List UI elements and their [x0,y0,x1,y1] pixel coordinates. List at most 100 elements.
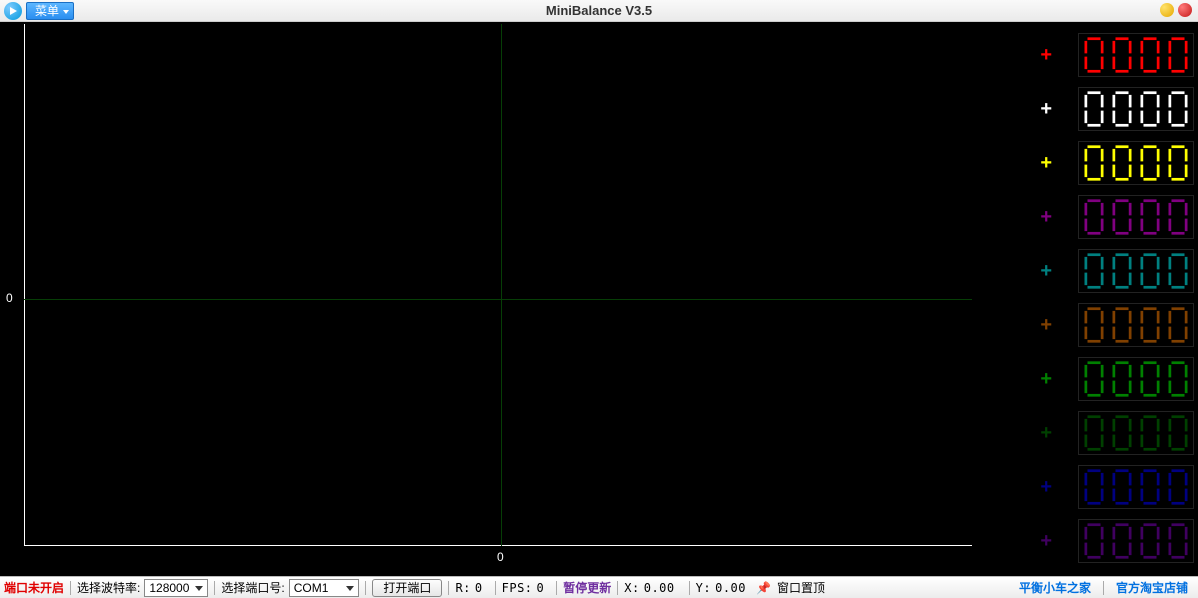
seven-seg-digit [1165,36,1191,74]
channel-sign: + [1040,369,1052,389]
seven-seg-digit [1109,306,1135,344]
channel-display [1078,303,1194,347]
link-home[interactable]: 平衡小车之家 [1013,579,1097,596]
seven-seg-digit [1109,414,1135,452]
channel-row: + [1004,28,1198,82]
channel-sign: + [1040,531,1052,551]
channel-display [1078,141,1194,185]
seven-seg-digit [1109,144,1135,182]
seven-seg-digit [1137,90,1163,128]
channel-display [1078,411,1194,455]
channel-row: + [1004,82,1198,136]
channel-display [1078,249,1194,293]
x-axis-line [24,545,972,546]
channel-sign: + [1040,45,1052,65]
seven-seg-digit [1081,468,1107,506]
seven-seg-digit [1165,198,1191,236]
seven-seg-digit [1081,198,1107,236]
menu-button[interactable]: 菜单 [26,2,74,20]
seven-seg-digit [1137,414,1163,452]
seven-seg-digit [1081,144,1107,182]
channel-row: + [1004,190,1198,244]
open-port-button[interactable]: 打开端口 [372,579,442,597]
channel-sign: + [1040,153,1052,173]
r-value: 0 [475,581,483,595]
seven-seg-digit [1081,522,1107,560]
seven-seg-digit [1137,198,1163,236]
seven-seg-digit [1137,36,1163,74]
channel-sign: + [1040,315,1052,335]
seven-seg-digit [1165,414,1191,452]
r-label: R: [455,581,470,595]
titlebar: 菜单 MiniBalance V3.5 [0,0,1198,22]
seven-seg-digit [1137,252,1163,290]
seven-seg-digit [1109,468,1135,506]
seven-seg-digit [1137,468,1163,506]
seven-seg-digit [1165,522,1191,560]
minimize-icon[interactable] [1160,3,1174,17]
cursor-y-value: 0.00 [715,581,746,595]
channel-row: + [1004,244,1198,298]
statusbar: 端口未开启 选择波特率: 128000 选择端口号: COM1 打开端口 R: … [0,576,1198,598]
seven-seg-digit [1109,522,1135,560]
v-gridline [501,24,502,546]
seven-seg-digit [1165,468,1191,506]
channel-sign: + [1040,207,1052,227]
channel-row: + [1004,406,1198,460]
close-icon[interactable] [1178,3,1192,17]
baud-value: 128000 [149,581,189,595]
channel-sign: + [1040,477,1052,497]
seven-seg-digit [1137,144,1163,182]
seven-seg-digit [1137,522,1163,560]
port-state: 端口未开启 [4,579,64,596]
app-icon [4,2,22,20]
seven-seg-digit [1081,36,1107,74]
pause-button[interactable]: 暂停更新 [563,579,611,596]
seven-seg-digit [1165,90,1191,128]
channel-display [1078,519,1194,563]
cursor-x-label: X: [624,581,639,595]
window-title: MiniBalance V3.5 [0,3,1198,18]
channel-row: + [1004,298,1198,352]
link-shop[interactable]: 官方淘宝店铺 [1110,579,1194,596]
seven-seg-digit [1165,306,1191,344]
cursor-x-value: 0.00 [644,581,675,595]
seven-seg-digit [1109,36,1135,74]
channel-row: + [1004,352,1198,406]
pin-button[interactable]: 窗口置顶 [777,579,825,596]
plot-canvas[interactable]: 0 0 [0,22,1004,576]
channel-readouts: + [1004,22,1198,576]
channel-display [1078,195,1194,239]
channel-row: + [1004,460,1198,514]
channel-display [1078,465,1194,509]
seven-seg-digit [1165,144,1191,182]
h-gridline [24,299,972,300]
seven-seg-digit [1165,360,1191,398]
fps-label: FPS: [502,581,533,595]
seven-seg-digit [1137,306,1163,344]
channel-display [1078,357,1194,401]
channel-row: + [1004,514,1198,568]
x-zero-label: 0 [497,550,504,564]
menu-label: 菜单 [35,2,59,19]
seven-seg-digit [1109,252,1135,290]
seven-seg-digit [1109,360,1135,398]
baud-select[interactable]: 128000 [144,579,208,597]
y-zero-label: 0 [6,291,13,305]
seven-seg-digit [1081,90,1107,128]
baud-label: 选择波特率: [77,579,140,596]
main-area: 0 0 + [0,22,1198,576]
port-label: 选择端口号: [221,579,284,596]
seven-seg-digit [1081,306,1107,344]
seven-seg-digit [1081,414,1107,452]
cursor-y-label: Y: [696,581,711,595]
port-select[interactable]: COM1 [289,579,360,597]
channel-display [1078,87,1194,131]
seven-seg-digit [1109,198,1135,236]
y-axis-line [24,24,25,546]
channel-sign: + [1040,99,1052,119]
seven-seg-digit [1081,252,1107,290]
port-value: COM1 [294,581,329,595]
channel-sign: + [1040,423,1052,443]
seven-seg-digit [1109,90,1135,128]
